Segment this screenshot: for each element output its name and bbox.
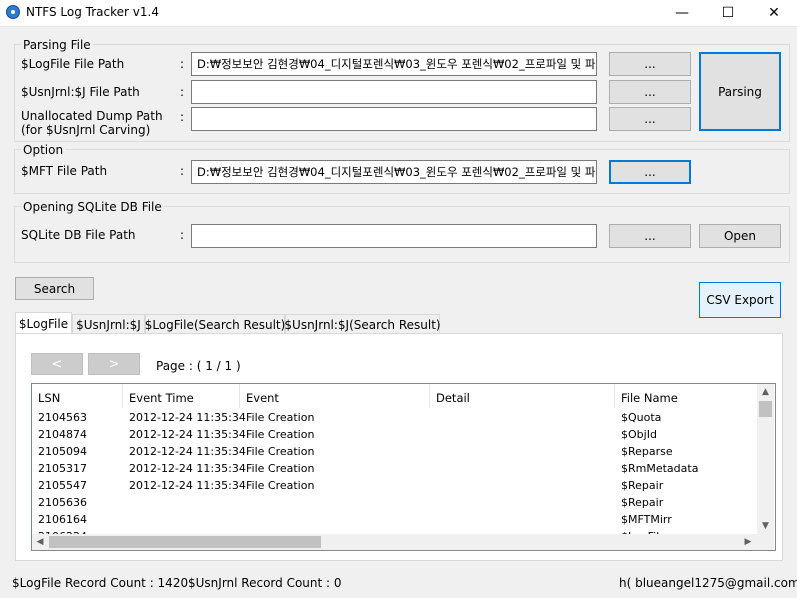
cell-event: File Creation: [246, 462, 315, 475]
cell-event-time: 2012-12-24 11:35:34: [129, 445, 246, 458]
page-indicator: Page : ( 1 / 1 ): [156, 359, 241, 373]
logfile-record-count: $LogFile Record Count : 1420: [12, 576, 189, 590]
unalloc-path-input[interactable]: [191, 107, 597, 131]
logfile-colon: :: [180, 57, 185, 71]
usnjrnl-path-label: $UsnJrnl:$J File Path: [21, 85, 140, 99]
cell-file-name: $Repair: [621, 479, 664, 492]
tab-usnjrnl[interactable]: $UsnJrnl:$J: [72, 314, 145, 334]
cell-event: File Creation: [246, 445, 315, 458]
table-row[interactable]: 2105094 2012-12-24 11:35:34 File Creation $…: [32, 443, 757, 460]
cell-file-name: $Reparse: [621, 445, 673, 458]
cell-file-name: $Quota: [621, 411, 662, 424]
unalloc-path-sublabel: (for $UsnJrnl Carving): [21, 123, 151, 137]
sqlite-group-label: Opening SQLite DB File: [21, 200, 164, 214]
logfile-path-input[interactable]: D:₩정보보안 김현경₩04_디지털포렌식₩03_윈도우 포렌식₩02_프로파일…: [191, 52, 597, 76]
sqlite-path-label: SQLite DB File Path: [21, 228, 136, 242]
table-row[interactable]: 2106164 $MFTMirr: [32, 511, 757, 528]
app-icon: [6, 5, 20, 19]
usnjrnl-record-count: $UsnJrnl Record Count : 0: [188, 576, 342, 590]
sqlite-browse-button[interactable]: ...: [609, 224, 691, 248]
usnjrnl-path-input[interactable]: [191, 80, 597, 104]
option-group-label: Option: [21, 143, 66, 157]
cell-event-time: 2012-12-24 11:35:34: [129, 411, 246, 424]
table-row[interactable]: 2105317 2012-12-24 11:35:34 File Creation $…: [32, 460, 757, 477]
minimize-button[interactable]: —: [659, 0, 705, 26]
mft-path-input[interactable]: D:₩정보보안 김현경₩04_디지털포렌식₩03_윈도우 포렌식₩02_프로파일…: [191, 160, 597, 184]
logfile-browse-button[interactable]: ...: [609, 52, 691, 76]
window-title: NTFS Log Tracker v1.4: [26, 5, 159, 19]
scroll-up-icon[interactable]: ▲: [757, 384, 774, 400]
cell-event-time: 2012-12-24 11:35:34: [129, 428, 246, 441]
cell-lsn: 2105094: [38, 445, 87, 458]
mft-browse-button[interactable]: ...: [609, 160, 691, 184]
vertical-scrollbar[interactable]: ▲ ▼: [757, 384, 774, 534]
title-bar: NTFS Log Tracker v1.4 — ☐ ✕: [0, 0, 797, 27]
sqlite-colon: :: [180, 228, 185, 242]
cell-lsn: 2105636: [38, 496, 87, 509]
cell-file-name: $RmMetadata: [621, 462, 699, 475]
scroll-right-icon[interactable]: ▶: [740, 534, 756, 550]
maximize-button[interactable]: ☐: [705, 0, 751, 26]
horizontal-scroll-thumb[interactable]: [49, 536, 321, 548]
column-header-lsn[interactable]: LSN: [32, 384, 123, 408]
cell-lsn: 2105547: [38, 479, 87, 492]
table-row[interactable]: 2105547 2012-12-24 11:35:34 File Creation $…: [32, 477, 757, 494]
scroll-down-icon[interactable]: ▼: [757, 518, 774, 534]
status-bar: $LogFile Record Count : 1420 $UsnJrnl Re…: [0, 570, 797, 598]
cell-file-name: $MFTMirr: [621, 513, 672, 526]
cell-lsn: 2105317: [38, 462, 87, 475]
table-row[interactable]: 2104563 2012-12-24 11:35:34 File Creation $…: [32, 409, 757, 426]
tab-logfile[interactable]: $LogFile: [15, 312, 72, 334]
csv-export-button[interactable]: CSV Export: [699, 282, 781, 318]
column-header-file-name[interactable]: File Name: [615, 384, 757, 408]
cell-file-name: $ObjId: [621, 428, 657, 441]
mft-path-label: $MFT File Path: [21, 164, 108, 178]
usnjrnl-browse-button[interactable]: ...: [609, 80, 691, 104]
prev-page-button[interactable]: <: [31, 353, 83, 375]
cell-lsn: 2104874: [38, 428, 87, 441]
parsing-file-group-label: Parsing File: [21, 38, 93, 52]
close-button[interactable]: ✕: [751, 0, 797, 26]
search-button[interactable]: Search: [15, 277, 94, 300]
logfile-path-label: $LogFile File Path: [21, 57, 125, 71]
table-row[interactable]: 2104874 2012-12-24 11:35:34 File Creation $…: [32, 426, 757, 443]
cell-event-time: 2012-12-24 11:35:34: [129, 462, 246, 475]
cell-event-time: 2012-12-24 11:35:34: [129, 479, 246, 492]
unalloc-colon: :: [180, 110, 185, 124]
mft-colon: :: [180, 164, 185, 178]
column-header-event-time[interactable]: Event Time: [123, 384, 240, 408]
log-table: LSN Event Time Event Detail File Name 21…: [31, 383, 776, 551]
cell-event: File Creation: [246, 479, 315, 492]
tab-logfile-search-result[interactable]: $LogFile(Search Result): [145, 314, 285, 334]
horizontal-scrollbar[interactable]: ◀ ▶: [32, 534, 774, 550]
cell-lsn: 2106164: [38, 513, 87, 526]
cell-lsn: 2104563: [38, 411, 87, 424]
usnjrnl-colon: :: [180, 85, 185, 99]
cell-file-name: $Repair: [621, 496, 664, 509]
vertical-scroll-thumb[interactable]: [759, 401, 772, 417]
next-page-button[interactable]: >: [88, 353, 140, 375]
unalloc-path-label: Unallocated Dump Path: [21, 109, 163, 123]
table-row[interactable]: 2105636 $Repair: [32, 494, 757, 511]
column-header-event[interactable]: Event: [240, 384, 430, 408]
column-header-detail[interactable]: Detail: [430, 384, 615, 408]
tab-usnjrnl-search-result[interactable]: $UsnJrnl:$J(Search Result): [284, 314, 441, 334]
parsing-button[interactable]: Parsing: [699, 52, 781, 131]
scroll-left-icon[interactable]: ◀: [32, 534, 48, 550]
contact-email: h( blueangel1275@gmail.com ): [619, 576, 797, 590]
cell-event: File Creation: [246, 411, 315, 424]
sqlite-path-input[interactable]: [191, 224, 597, 248]
open-button[interactable]: Open: [699, 224, 781, 248]
unalloc-browse-button[interactable]: ...: [609, 107, 691, 131]
cell-event: File Creation: [246, 428, 315, 441]
